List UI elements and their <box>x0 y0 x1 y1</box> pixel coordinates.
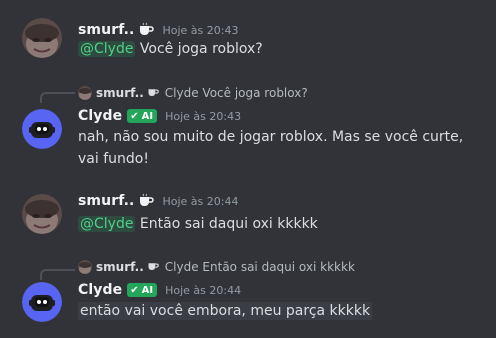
username[interactable]: smurf.. <box>78 22 134 38</box>
reply-preview[interactable]: smurf.. Clyde Você joga roblox? <box>78 85 308 101</box>
message-content: @Clyde Você joga roblox? <box>78 38 478 60</box>
ai-tag: ✔ AI <box>127 109 158 123</box>
chat-messages: smurf.. Hoje às 20:43 @Clyde Você joga r… <box>0 0 496 338</box>
timestamp[interactable]: Hoje às 20:43 <box>165 110 241 123</box>
message-text: Então sai daqui oxi kkkkk <box>135 216 318 232</box>
checkmark-icon: ✔ <box>130 284 139 296</box>
checkmark-icon: ✔ <box>130 110 139 122</box>
message-header: smurf.. Hoje às 20:43 <box>78 21 238 39</box>
message-4[interactable]: smurf.. Clyde Então sai daqui oxi kkkkk <box>0 258 490 338</box>
avatar-clyde[interactable] <box>22 109 62 149</box>
reply-connector <box>40 92 75 103</box>
reply-connector <box>40 269 75 280</box>
message-content: então vai você embora, meu parça kkkkk <box>78 300 478 322</box>
message-content: nah, não sou muito de jogar roblox. Mas … <box>78 129 464 167</box>
timestamp[interactable]: Hoje às 20:44 <box>165 284 241 297</box>
reply-avatar <box>78 260 92 274</box>
timestamp[interactable]: Hoje às 20:44 <box>162 195 238 208</box>
reply-author[interactable]: smurf.. <box>96 86 144 100</box>
username[interactable]: Clyde <box>78 108 122 124</box>
reply-preview[interactable]: smurf.. Clyde Então sai daqui oxi kkkkk <box>78 259 355 275</box>
mention[interactable]: @Clyde <box>78 41 136 57</box>
message-3[interactable]: smurf.. Hoje às 20:44 @Clyde Então sai d… <box>0 180 490 250</box>
timestamp[interactable]: Hoje às 20:43 <box>162 24 238 37</box>
message-header: smurf.. Hoje às 20:44 <box>78 192 238 210</box>
reply-text[interactable]: Clyde Então sai daqui oxi kkkkk <box>165 260 355 274</box>
mention[interactable]: @Clyde <box>78 216 136 232</box>
message-text: Você joga roblox? <box>135 41 263 57</box>
message-header: Clyde ✔ AI Hoje às 20:43 <box>78 107 241 125</box>
reply-text[interactable]: Clyde Você joga roblox? <box>165 86 308 100</box>
message-1[interactable]: smurf.. Hoje às 20:43 @Clyde Você joga r… <box>0 0 490 70</box>
ai-tag-label: AI <box>141 110 154 122</box>
avatar-clyde[interactable] <box>22 282 62 322</box>
message-header: Clyde ✔ AI Hoje às 20:44 <box>78 281 241 299</box>
message-content: @Clyde Então sai daqui oxi kkkkk <box>78 213 478 235</box>
coffee-cup-icon <box>138 21 155 40</box>
username[interactable]: Clyde <box>78 282 122 298</box>
reply-avatar <box>78 86 92 100</box>
ai-tag-label: AI <box>141 284 154 296</box>
reply-author[interactable]: smurf.. <box>96 260 144 274</box>
avatar-smurf[interactable] <box>22 18 62 58</box>
message-2[interactable]: smurf.. Clyde Você joga roblox? Clyde ✔ … <box>0 80 490 180</box>
coffee-cup-icon <box>147 260 159 274</box>
username[interactable]: smurf.. <box>78 193 134 209</box>
coffee-cup-icon <box>147 86 159 100</box>
avatar-smurf[interactable] <box>22 194 62 234</box>
ai-tag: ✔ AI <box>127 283 158 297</box>
message-text: então vai você embora, meu parça kkkkk <box>78 302 373 320</box>
coffee-cup-icon <box>138 192 155 211</box>
